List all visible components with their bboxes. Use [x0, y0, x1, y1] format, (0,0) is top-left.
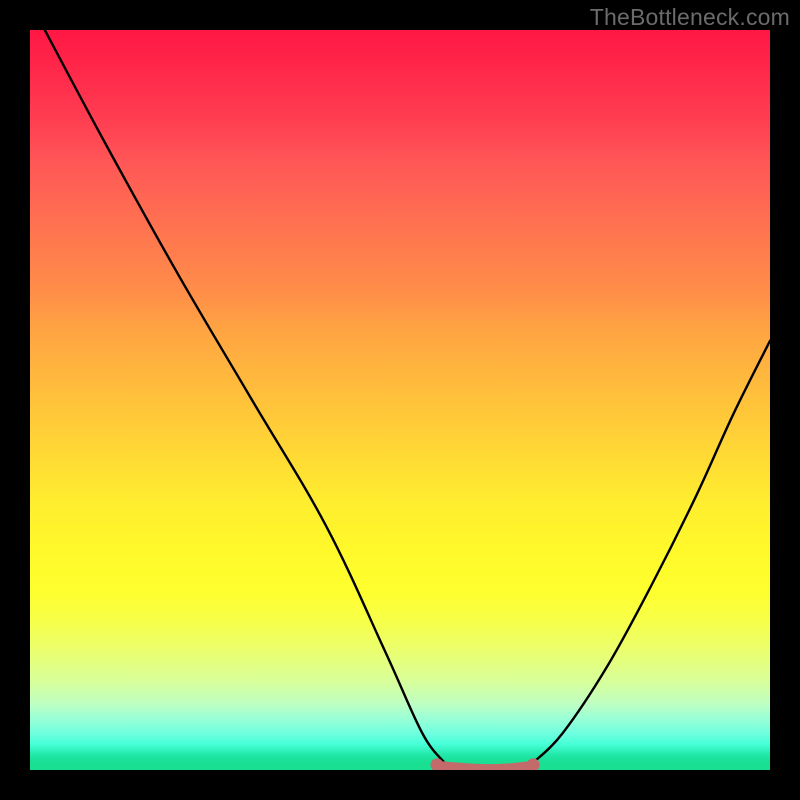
watermark-text: TheBottleneck.com [590, 4, 790, 31]
chart-stage: TheBottleneck.com [0, 0, 800, 800]
plot-gradient-area [30, 30, 770, 770]
